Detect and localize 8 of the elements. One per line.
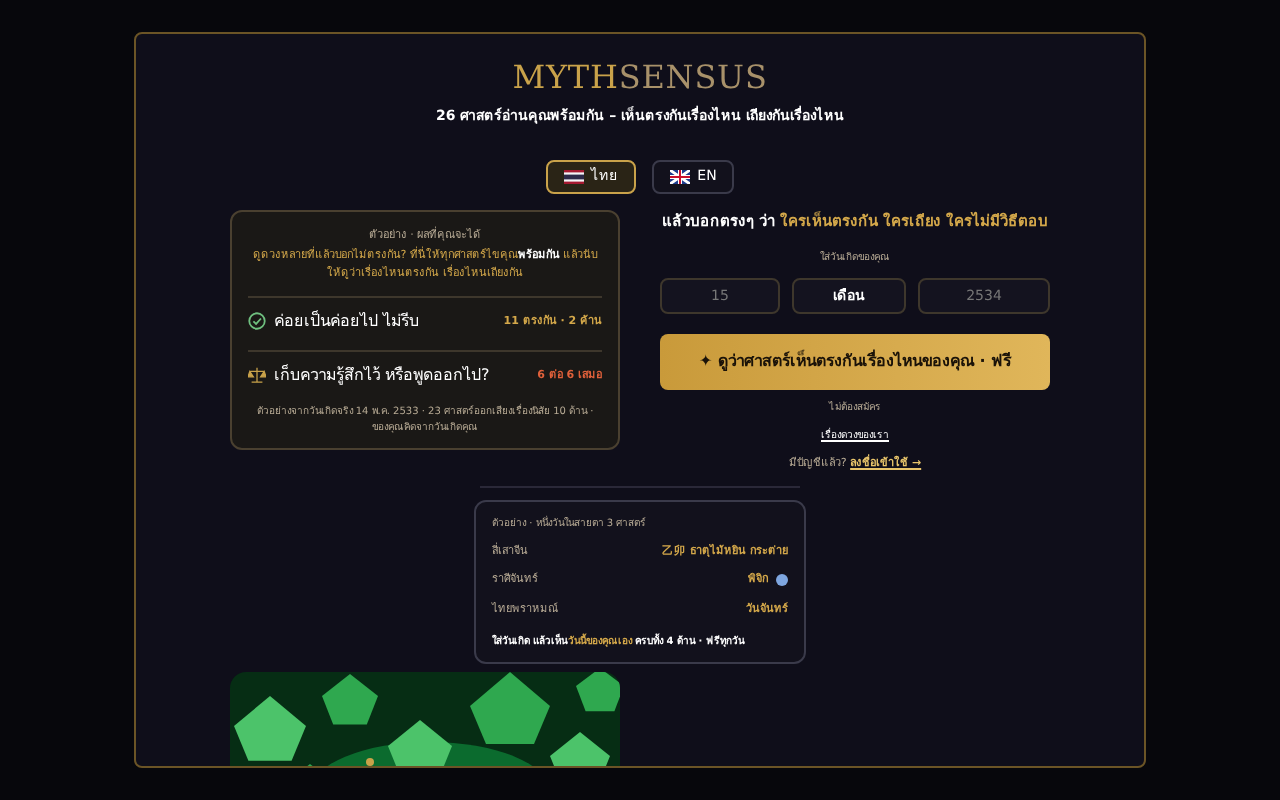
scale-icon [248,366,266,385]
trait-text: ค่อยเป็นค่อยไป ไม่รีบ [274,309,420,334]
cta-button[interactable]: ✦ ดูว่าศาสตร์เห็นตรงกันเรื่องไหนของคุณ · ฟรี [660,334,1050,391]
flag-icon [669,169,690,183]
trait-text: เก็บความรู้สึกไว้ หรือพูดออกไป? [274,363,490,388]
check-icon [248,312,266,331]
logo: MYTHSENSUS [512,58,768,98]
flag-icon [563,169,584,183]
